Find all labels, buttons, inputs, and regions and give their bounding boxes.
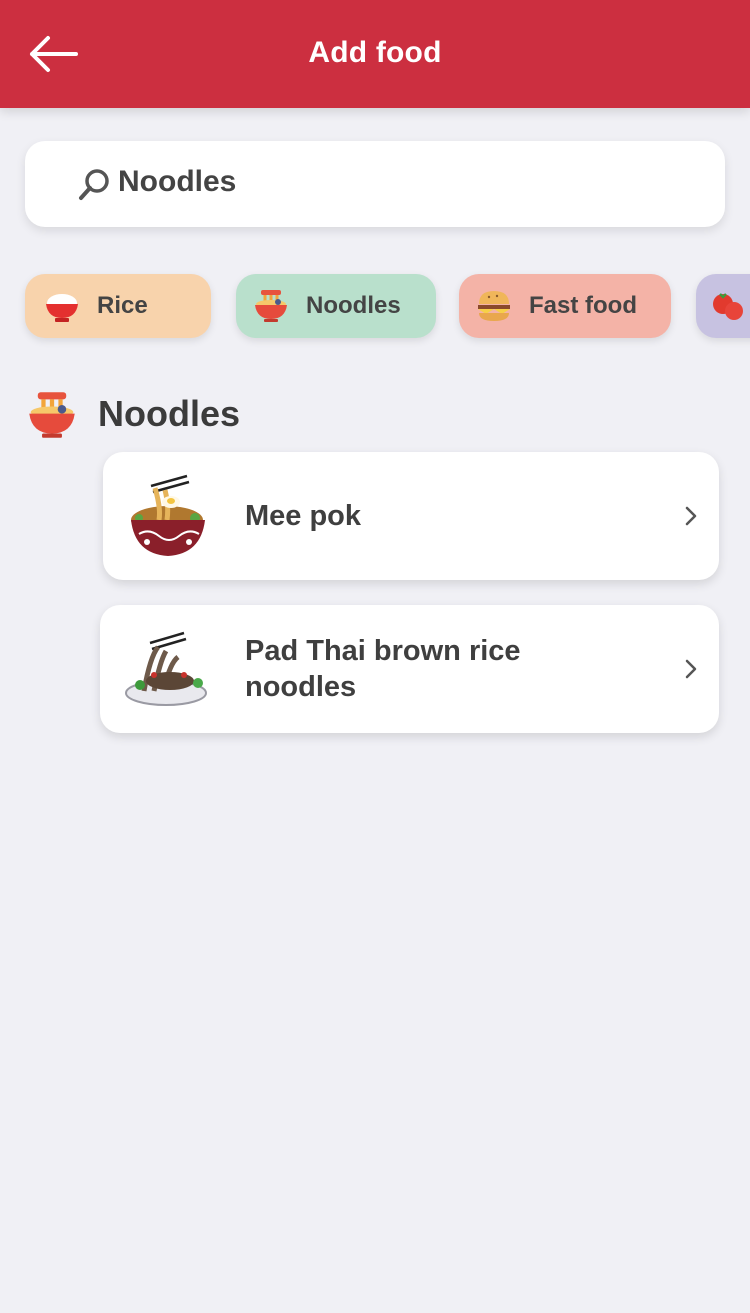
chevron-right-icon [685,506,697,526]
food-name: Mee pok [245,500,362,532]
tomato-icon [713,293,743,320]
category-chip-label: Rice [97,292,148,319]
app-header: Add food [0,0,750,108]
category-chip-label: Fast food [529,292,637,319]
food-list-item[interactable]: Pad Thai brown rice noodles [100,605,719,733]
food-name: Pad Thai brown rice noodles [245,635,521,703]
food-list-item[interactable]: Mee pok [103,452,719,580]
category-chip-rice[interactable]: Rice [25,274,211,338]
search-input[interactable]: Noodles [118,165,236,199]
mee-pok-dish-image [131,474,205,556]
noodle-bowl-icon [29,392,75,438]
rice-bowl-icon [46,294,78,322]
category-filter-bar: Rice Noodles Fast food [0,274,750,338]
category-chip-label: Noodles [306,292,401,319]
page-title: Add food [308,36,442,69]
section-title: Noodles [98,393,241,434]
chevron-right-icon [685,659,697,679]
category-chip-fast-food[interactable]: Fast food [459,274,671,338]
search-icon [79,169,109,200]
noodle-bowl-icon [255,290,287,322]
category-chip-vegetables[interactable] [696,274,750,338]
category-chip-noodles[interactable]: Noodles [236,274,436,338]
search-field[interactable]: Noodles [25,141,725,227]
pad-thai-dish-image [125,631,207,706]
burger-icon [478,291,510,321]
